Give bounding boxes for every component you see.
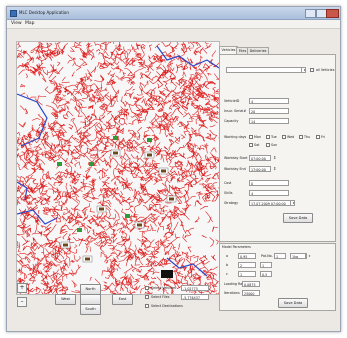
title-bar: MLC Desktop Application	[7, 7, 340, 20]
day-wed-checkbox[interactable]	[282, 135, 286, 139]
vehicle-marker[interactable]	[166, 195, 177, 203]
day-sat-label: Sat	[254, 143, 260, 147]
road-map-view[interactable]	[16, 41, 220, 295]
model-parameters-panel: Model Parameters a 0.95 Pat.No. 1 1kg ▾ …	[219, 243, 336, 311]
menu-bar: View Map	[7, 20, 340, 29]
park-area	[57, 162, 62, 166]
vehicles-panel: ▾ all Vehicles VehicleID 4 Insur. Serial…	[219, 54, 336, 242]
park-area	[89, 162, 94, 166]
day-tue-checkbox[interactable]	[266, 135, 270, 139]
longitude-field[interactable]: -1.02775	[181, 285, 209, 291]
param-c-label: c	[226, 272, 228, 276]
strategy-field[interactable]: 17.07.2009 07:00:00	[249, 200, 295, 206]
vehicle-marker[interactable]	[134, 221, 145, 229]
menu-map[interactable]: Map	[25, 21, 35, 26]
vehicle-id-label: VehicleID	[224, 99, 240, 103]
select-files-checkbox[interactable]	[145, 295, 149, 299]
day-fri-checkbox[interactable]	[316, 135, 320, 139]
select-vehicles-checkbox[interactable]	[145, 286, 149, 290]
cost-label: Cost	[224, 181, 232, 185]
day-sun-label: Sun	[271, 143, 278, 147]
model-parameters-title: Model Parameters	[222, 245, 251, 249]
pan-down-button[interactable]: South	[80, 304, 101, 315]
park-area	[125, 214, 130, 218]
close-button[interactable]	[326, 9, 339, 18]
day-wed-label: Wed	[287, 135, 295, 139]
day-mon-label: Mon	[254, 135, 261, 139]
vehicle-marker[interactable]	[82, 255, 93, 263]
day-mon-checkbox[interactable]	[249, 135, 253, 139]
workday-end-field[interactable]: 17:00:00	[249, 166, 271, 172]
iterations-field[interactable]: 25000	[242, 290, 260, 296]
day-sun-checkbox[interactable]	[266, 143, 270, 147]
chevron-down-icon[interactable]: ▾	[301, 67, 307, 73]
time-spinner-icon[interactable]: ⇕	[273, 155, 276, 160]
param-mid-label: Pat.No.	[261, 254, 273, 258]
zoom-in-button[interactable]: +	[17, 283, 27, 293]
select-files-label: Select Files	[151, 295, 170, 299]
pan-right-button[interactable]: East	[112, 294, 133, 305]
day-thu-label: Thu	[304, 135, 311, 139]
capacity-label: Capacity	[224, 119, 239, 123]
iterations-label: Iterations	[224, 291, 240, 295]
all-vehicles-checkbox[interactable]	[310, 68, 314, 72]
river-line	[156, 45, 219, 69]
param-unit-field[interactable]: 1kg	[290, 253, 306, 259]
app-icon	[10, 10, 17, 17]
vehicle-select[interactable]	[226, 67, 306, 73]
param-a2-field[interactable]: 1	[274, 253, 286, 259]
strategy-label: Strategy	[224, 201, 239, 205]
param-a-label: a	[226, 254, 229, 258]
depot-marker[interactable]	[161, 270, 173, 278]
vehicle-marker[interactable]	[144, 151, 155, 159]
save-vehicle-button[interactable]: Save Data	[283, 213, 313, 223]
skills-label: Skills	[224, 191, 233, 195]
all-vehicles-label: all Vehicles	[316, 68, 335, 72]
minimize-button[interactable]	[305, 9, 316, 18]
day-fri-label: Fri	[321, 135, 325, 139]
road-network	[17, 42, 219, 294]
param-b2-field[interactable]: 1	[260, 262, 272, 268]
menu-view[interactable]: View	[11, 21, 22, 26]
save-model-button[interactable]: Save Data	[278, 298, 308, 308]
insur-serial-label: Insur. Serial#	[224, 109, 247, 113]
park-area	[77, 228, 82, 232]
skills-field[interactable]: 4	[249, 190, 289, 196]
road-lines	[17, 42, 219, 294]
day-tue-label: Tue	[271, 135, 277, 139]
param-b-field[interactable]: 2	[238, 262, 256, 268]
vehicle-marker[interactable]	[60, 241, 71, 249]
day-thu-checkbox[interactable]	[299, 135, 303, 139]
insur-serial-field[interactable]: 20	[249, 108, 289, 114]
param-b-label: b	[226, 263, 229, 267]
pan-left-button[interactable]: West	[55, 294, 76, 305]
workday-end-label: Workday End	[224, 167, 246, 171]
time-spinner-icon[interactable]: ⇕	[273, 166, 276, 171]
park-area	[113, 136, 118, 140]
capacity-field[interactable]: 14	[249, 118, 289, 124]
param-a-field[interactable]: 0.95	[238, 253, 256, 259]
workday-start-label: Workday Start	[224, 156, 248, 160]
latitude-field[interactable]: -5.776437	[181, 294, 209, 300]
app-window: MLC Desktop Application View Map + – Nor…	[6, 6, 341, 332]
select-vehicles-label: Select Vehicles	[151, 286, 176, 290]
chevron-down-icon[interactable]: ▾	[306, 253, 312, 259]
select-destinations-label: Select Destinations	[151, 304, 183, 308]
window-title: MLC Desktop Application	[19, 10, 69, 15]
vehicle-marker[interactable]	[158, 167, 169, 175]
vehicle-marker[interactable]	[96, 205, 107, 213]
param-c-field[interactable]: 1	[238, 271, 256, 277]
working-days-label: Working days	[224, 135, 247, 139]
zoom-out-button[interactable]: –	[17, 297, 27, 307]
workday-start-field[interactable]: 07:00:00	[249, 155, 271, 161]
vehicle-id-field[interactable]: 4	[249, 98, 289, 104]
select-destinations-checkbox[interactable]	[145, 304, 149, 308]
day-sat-checkbox[interactable]	[249, 143, 253, 147]
chevron-down-icon[interactable]: ▾	[290, 200, 296, 206]
cost-field[interactable]: 0	[249, 180, 289, 186]
park-area	[147, 138, 152, 142]
vehicle-marker[interactable]	[110, 149, 121, 157]
loading-rate-field[interactable]: 0.0875	[242, 281, 260, 287]
param-c2-field[interactable]: 0.5	[260, 271, 272, 277]
